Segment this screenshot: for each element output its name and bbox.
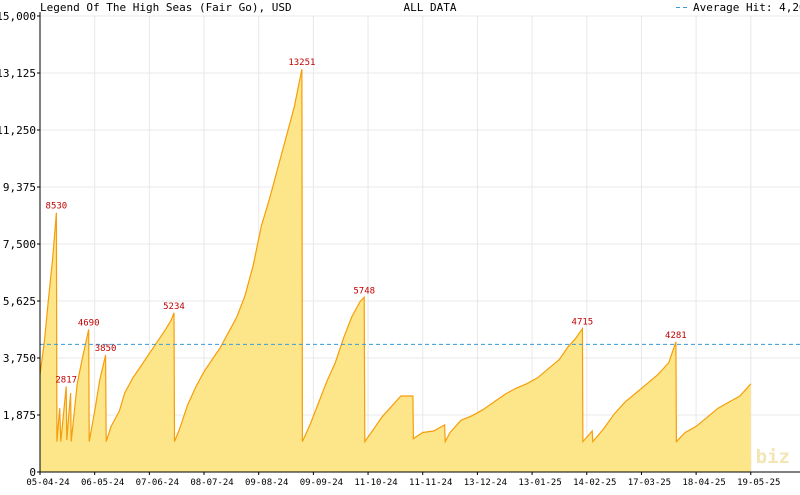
x-tick-label: 07-06-24 xyxy=(136,478,179,488)
x-tick-label: 18-04-25 xyxy=(682,478,725,488)
x-tick-label: 09-08-24 xyxy=(245,478,288,488)
x-tick-label: 08-07-24 xyxy=(190,478,233,488)
x-tick-label: 19-05-25 xyxy=(737,478,780,488)
jackpot-history-chart: Online-Jackpots.biz 85302817469038505234… xyxy=(0,0,800,490)
y-tick-label: 1,875 xyxy=(3,409,36,422)
x-tick-label: 14-02-25 xyxy=(573,478,616,488)
y-tick-label: 13,125 xyxy=(0,67,36,80)
x-tick-label: 05-04-24 xyxy=(26,478,69,488)
legend-label: Average Hit: 4,200 xyxy=(693,1,800,14)
chart-svg: Online-Jackpots.biz 85302817469038505234… xyxy=(0,1,800,488)
peak-labels: 8530 2817 4690 3850 5234 13251 5748 4715 4281 xyxy=(46,58,687,385)
chart-subtitle: ALL DATA xyxy=(404,1,457,14)
peak-label: 5234 xyxy=(163,302,185,312)
chart-title: Legend Of The High Seas (Fair Go), USD xyxy=(40,1,292,14)
peak-label: 13251 xyxy=(288,58,315,68)
y-tick-labels: 01,8753,7505,6257,5009,37511,25013,12515… xyxy=(0,10,40,479)
x-tick-label: 13-01-25 xyxy=(518,478,561,488)
peak-label: 2817 xyxy=(55,375,77,385)
peak-label: 8530 xyxy=(46,202,68,212)
peak-label: 3850 xyxy=(95,344,117,354)
peak-label: 4690 xyxy=(78,318,100,328)
x-tick-label: 11-10-24 xyxy=(354,478,397,488)
peak-label: 4715 xyxy=(572,318,594,328)
x-tick-label: 09-09-24 xyxy=(300,478,343,488)
y-tick-label: 15,000 xyxy=(0,10,36,23)
x-tick-labels: 05-04-24 06-05-24 07-06-24 08-07-24 09-08-24… xyxy=(26,472,780,488)
y-tick-label: 7,500 xyxy=(3,238,36,251)
x-tick-label: 13-12-24 xyxy=(464,478,507,488)
y-tick-label: 3,750 xyxy=(3,352,36,365)
peak-label: 5748 xyxy=(353,286,375,296)
x-tick-label: 17-03-25 xyxy=(628,478,671,488)
x-tick-label: 06-05-24 xyxy=(81,478,124,488)
y-tick-label: 5,625 xyxy=(3,295,36,308)
x-tick-label: 11-11-24 xyxy=(409,478,452,488)
peak-label: 4281 xyxy=(665,331,687,341)
y-tick-label: 11,250 xyxy=(0,124,36,137)
legend: Average Hit: 4,200 xyxy=(676,1,800,14)
y-tick-label: 9,375 xyxy=(3,181,36,194)
